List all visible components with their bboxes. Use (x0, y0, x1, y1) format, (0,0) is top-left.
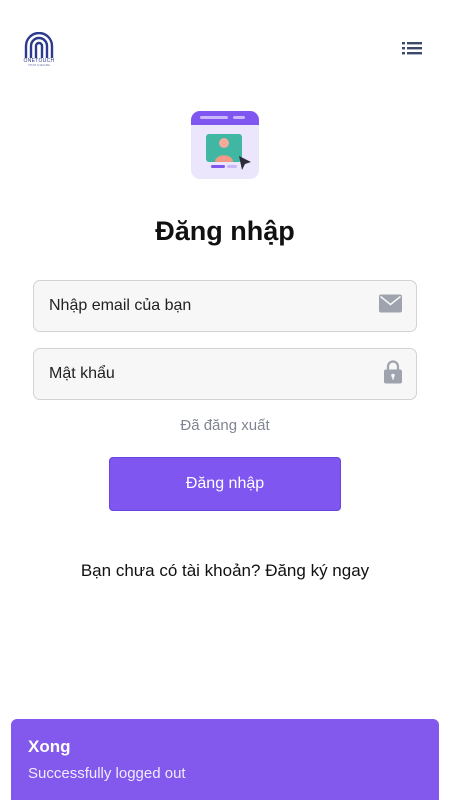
logout-status-text: Đã đăng xuất (180, 417, 270, 434)
signup-prompt-text: Bạn chưa có tài khoản? (80, 561, 261, 580)
hamburger-list-icon (402, 42, 422, 55)
lock-icon (384, 360, 402, 389)
logo-subtext: TRUST & SECURE (28, 64, 50, 67)
email-field-container (33, 280, 417, 332)
login-illustration (190, 110, 260, 180)
fingerprint-arch-icon (24, 32, 54, 58)
page-title: Đăng nhập (155, 216, 295, 246)
email-input[interactable] (34, 281, 416, 331)
browser-user-illustration-icon (191, 111, 259, 179)
app-logo: ONETOUCH TRUST & SECURE (22, 32, 56, 68)
password-input[interactable] (34, 349, 416, 399)
login-button[interactable]: Đăng nhập (109, 457, 341, 511)
toast-message: Successfully logged out (28, 765, 186, 782)
envelope-icon (379, 294, 402, 318)
signup-link[interactable]: Đăng ký ngay (265, 561, 369, 580)
toast-title: Xong (28, 737, 71, 756)
password-field-container (33, 348, 417, 400)
success-toast[interactable]: Xong Successfully logged out (11, 719, 439, 800)
signup-prompt: Bạn chưa có tài khoản? Đăng ký ngay (0, 561, 450, 581)
menu-button[interactable] (402, 40, 424, 56)
